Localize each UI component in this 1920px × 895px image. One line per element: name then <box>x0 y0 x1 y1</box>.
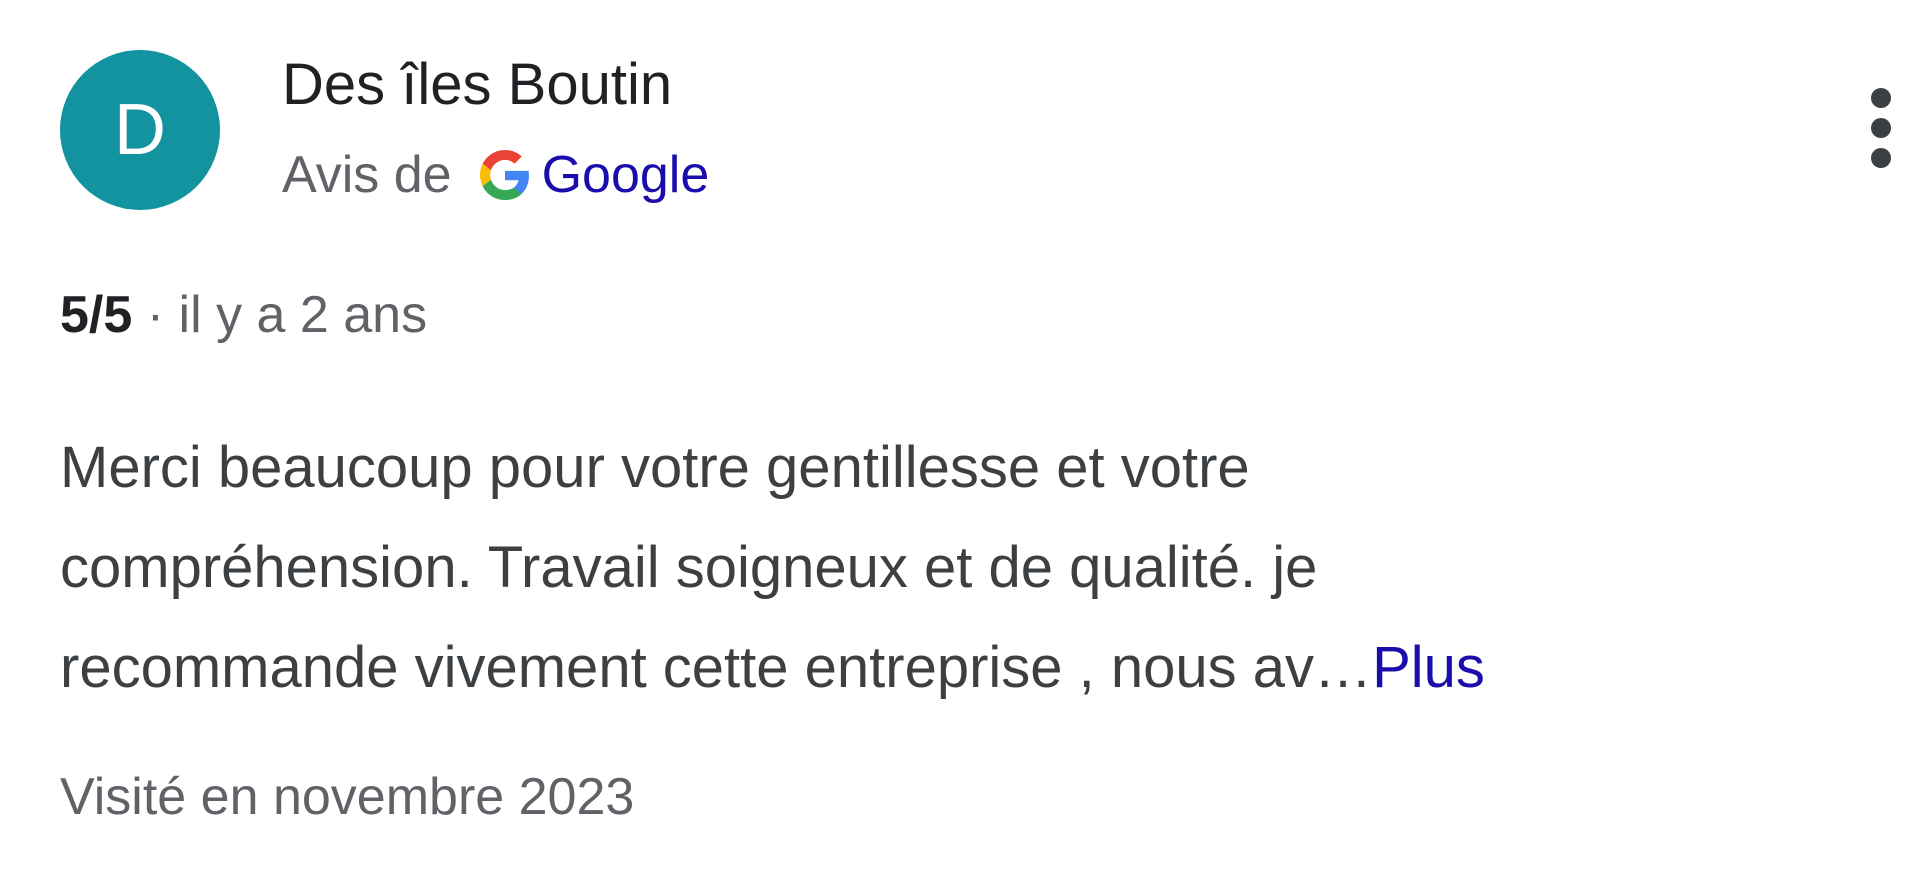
avatar[interactable]: D <box>60 50 220 210</box>
more-options-button[interactable] <box>1862 84 1902 174</box>
meta-separator: · <box>146 286 165 344</box>
review-date: il y a 2 ans <box>178 286 428 344</box>
review-text: Merci beaucoup pour votre gentillesse et… <box>60 418 1860 718</box>
review-text-line: Merci beaucoup pour votre gentillesse et… <box>60 435 1250 500</box>
menu-dot <box>1871 118 1891 138</box>
review-text-line-last: recommande vivement cette entreprise , n… <box>60 618 1860 718</box>
review-card: D Des îles Boutin Avis de Google 5/5 · i… <box>0 0 1920 895</box>
visit-date: Visité en novembre 2023 <box>60 768 635 826</box>
rating: 5/5 <box>60 286 133 344</box>
menu-dot <box>1871 148 1891 168</box>
show-more-link[interactable]: Plus <box>1372 635 1485 700</box>
google-source-link[interactable]: Google <box>542 145 710 205</box>
google-g-icon <box>479 150 530 200</box>
menu-dot <box>1871 88 1891 108</box>
source-prefix: Avis de <box>282 146 452 204</box>
review-text-truncated: recommande vivement cette entreprise , n… <box>60 635 1373 700</box>
author-name[interactable]: Des îles Boutin <box>282 48 672 122</box>
review-source: Avis de Google <box>282 140 709 210</box>
review-meta: 5/5 · il y a 2 ans <box>60 280 427 350</box>
review-text-line: compréhension. Travail soigneux et de qu… <box>60 535 1318 600</box>
avatar-initial: D <box>114 90 166 170</box>
